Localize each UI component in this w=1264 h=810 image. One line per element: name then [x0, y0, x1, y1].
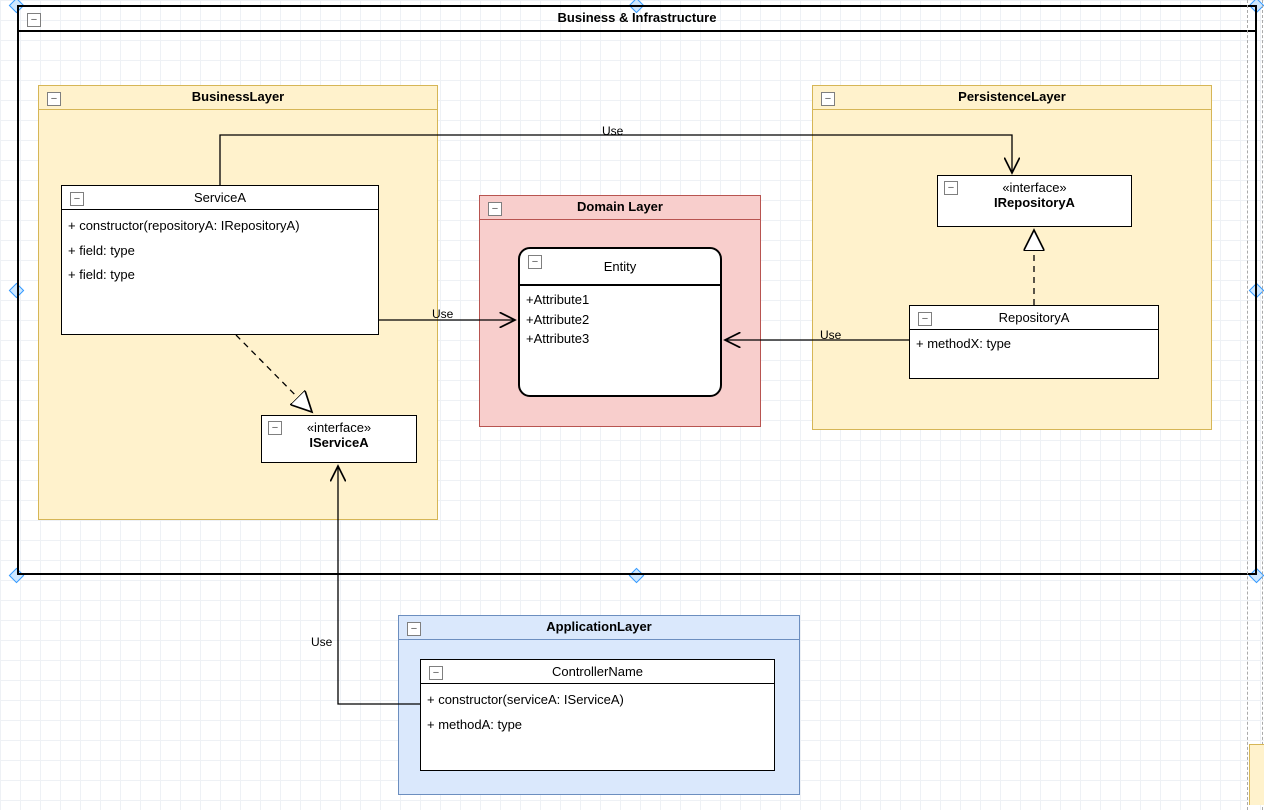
- collapse-icon[interactable]: [488, 202, 502, 216]
- collapse-icon[interactable]: [47, 92, 61, 106]
- persistence-layer-title: PersistenceLayer: [813, 86, 1211, 110]
- repository-a-member: + methodX: type: [916, 334, 1152, 355]
- collapse-icon[interactable]: [528, 255, 542, 269]
- entity-class[interactable]: Entity +Attribute1 +Attribute2 +Attribut…: [518, 247, 722, 397]
- use-label: Use: [311, 635, 332, 649]
- use-label: Use: [820, 328, 841, 342]
- collapse-icon[interactable]: [918, 312, 932, 326]
- service-a-member: + field: type: [68, 239, 372, 264]
- iservice-a-interface[interactable]: «interface» IServiceA: [261, 415, 417, 463]
- business-layer-title: BusinessLayer: [39, 86, 437, 110]
- offscreen-shape: [1249, 744, 1264, 805]
- collapse-icon[interactable]: [70, 192, 84, 206]
- collapse-icon[interactable]: [821, 92, 835, 106]
- collapse-icon[interactable]: [27, 13, 41, 27]
- collapse-icon[interactable]: [944, 181, 958, 195]
- entity-attr: +Attribute1: [526, 290, 714, 310]
- application-layer-title: ApplicationLayer: [399, 616, 799, 640]
- irepository-a-stereotype: «interface»: [940, 180, 1129, 195]
- service-a-class[interactable]: ServiceA + constructor(repositoryA: IRep…: [61, 185, 379, 335]
- collapse-icon[interactable]: [268, 421, 282, 435]
- guide-line: [1247, 0, 1248, 810]
- service-a-name: ServiceA: [62, 186, 378, 210]
- collapse-icon[interactable]: [407, 622, 421, 636]
- irepository-a-interface[interactable]: «interface» IRepositoryA: [937, 175, 1132, 227]
- irepository-a-name: IRepositoryA: [940, 195, 1129, 210]
- controller-member: + constructor(serviceA: IServiceA): [427, 688, 768, 713]
- iservice-a-name: IServiceA: [264, 435, 414, 450]
- use-label: Use: [432, 307, 453, 321]
- controller-name: ControllerName: [421, 660, 774, 684]
- entity-name: Entity: [520, 249, 720, 286]
- domain-layer-title: Domain Layer: [480, 196, 760, 220]
- iservice-a-stereotype: «interface»: [264, 420, 414, 435]
- entity-attr: +Attribute2: [526, 310, 714, 330]
- service-a-member: + constructor(repositoryA: IRepositoryA): [68, 214, 372, 239]
- guide-line: [1262, 0, 1263, 810]
- controller-member: + methodA: type: [427, 713, 768, 738]
- repository-a-class[interactable]: RepositoryA + methodX: type: [909, 305, 1159, 379]
- collapse-icon[interactable]: [429, 666, 443, 680]
- entity-attr: +Attribute3: [526, 329, 714, 349]
- service-a-member: + field: type: [68, 263, 372, 288]
- outer-title: Business & Infrastructure: [19, 7, 1255, 32]
- repository-a-name: RepositoryA: [910, 306, 1158, 330]
- use-label: Use: [602, 124, 623, 138]
- controller-class[interactable]: ControllerName + constructor(serviceA: I…: [420, 659, 775, 771]
